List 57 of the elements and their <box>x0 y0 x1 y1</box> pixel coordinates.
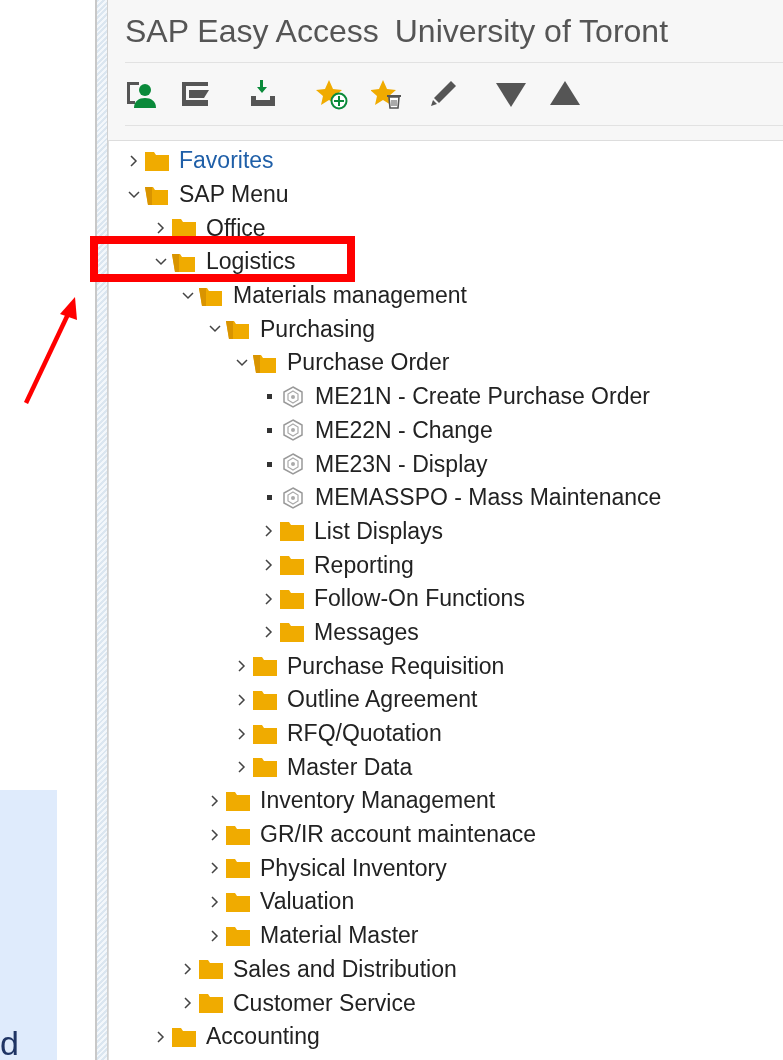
folder-icon <box>144 149 170 172</box>
bullet-icon <box>267 427 272 433</box>
folder-item[interactable]: Office <box>206 214 266 242</box>
folder-icon <box>252 756 278 779</box>
hexagon-icon <box>280 453 306 476</box>
folder-item[interactable]: SAP Menu <box>179 181 289 209</box>
client-name: University of Toront <box>394 12 669 50</box>
favorites-item[interactable]: Favorites <box>179 147 274 175</box>
folder-icon <box>225 924 251 947</box>
bullet-icon <box>267 461 272 467</box>
folder-item[interactable]: Valuation <box>260 888 355 916</box>
transaction-item[interactable]: ME23N - Display <box>315 450 488 478</box>
folder-icon <box>252 688 278 711</box>
transaction-item[interactable]: MEMASSPO - Mass Maintenance <box>315 484 662 512</box>
folder-item[interactable]: Purchase Order <box>287 349 450 377</box>
bullet-icon <box>267 495 272 501</box>
folder-icon <box>225 857 251 880</box>
folder-icon <box>225 823 251 846</box>
folder-item[interactable]: Sales and Distribution <box>233 955 457 983</box>
folder-icon <box>225 789 251 812</box>
folder-item[interactable]: Accounting <box>206 1023 320 1051</box>
folder-item[interactable]: Material Master <box>260 922 419 950</box>
folder-item[interactable]: Materials management <box>233 282 467 310</box>
folder-item[interactable]: Logistics <box>206 248 296 276</box>
folder-icon <box>198 958 224 981</box>
transaction-item[interactable]: ME21N - Create Purchase Order <box>315 383 650 411</box>
folder-icon <box>171 1025 197 1048</box>
folder-item[interactable]: Purchase Requisition <box>287 652 505 680</box>
star-add-icon[interactable] <box>315 78 349 110</box>
folder-item[interactable]: Inventory Management <box>260 787 496 815</box>
folder-item[interactable]: RFQ/Quotation <box>287 720 442 748</box>
folder-icon <box>279 587 305 610</box>
hexagon-icon <box>280 419 306 442</box>
folder-item[interactable]: Messages <box>314 618 419 646</box>
hexagon-icon <box>280 486 306 509</box>
hexagon-icon <box>280 385 306 408</box>
note-text: d <box>0 1026 19 1060</box>
folder-icon <box>252 655 278 678</box>
open-folder-icon <box>225 318 251 341</box>
folder-item[interactable]: Reporting <box>314 551 414 579</box>
folder-item[interactable]: Customer Service <box>233 989 416 1017</box>
window-title: SAP Easy Access <box>125 12 379 50</box>
folder-icon <box>252 722 278 745</box>
folder-item[interactable]: Physical Inventory <box>260 854 447 882</box>
folder-item[interactable]: Master Data <box>287 753 413 781</box>
folder-icon <box>198 992 224 1015</box>
folder-icon <box>225 890 251 913</box>
folder-icon <box>279 621 305 644</box>
folder-icon <box>279 554 305 577</box>
folder-item[interactable]: List Displays <box>314 517 444 545</box>
folder-item[interactable]: Follow-On Functions <box>314 585 525 613</box>
transaction-item[interactable]: ME22N - Change <box>315 416 493 444</box>
folder-item[interactable]: Outline Agreement <box>287 686 478 714</box>
folder-item[interactable]: GR/IR account maintenace <box>260 821 537 849</box>
folder-item[interactable]: Purchasing <box>260 315 376 343</box>
bullet-icon <box>267 394 272 400</box>
folder-icon <box>279 520 305 543</box>
